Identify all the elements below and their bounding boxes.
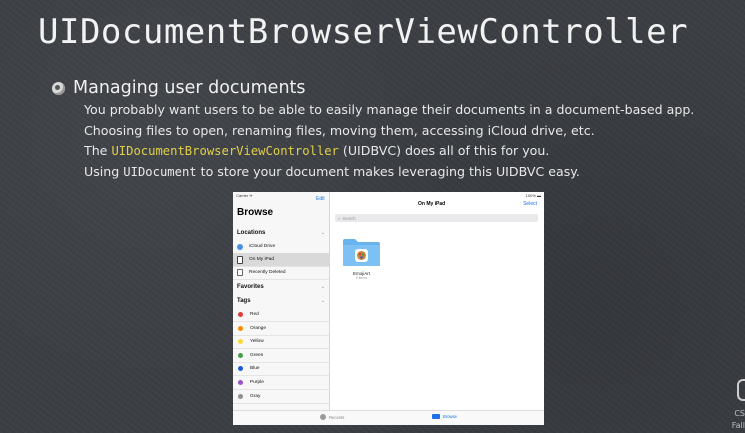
class-name-code: UIDocumentBrowserViewController: [111, 144, 339, 158]
sidebar-item-tag-yellow[interactable]: Yellow: [233, 335, 329, 350]
body-line-2: Choosing files to open, renaming files, …: [84, 122, 595, 138]
tab-browse[interactable]: Browse: [432, 414, 457, 419]
sidebar-item-tag-orange[interactable]: Orange: [233, 322, 329, 336]
chevron-down-icon[interactable]: ⌄: [321, 298, 325, 304]
cloud-icon: [237, 243, 243, 250]
bullet-text: Managing user documents: [73, 78, 306, 98]
sidebar-item-tag-red[interactable]: Red: [233, 308, 329, 322]
ipad-screenshot: Carrier ✈ Edit Browse Locations ⌄ iCloud…: [233, 192, 544, 425]
ipad-icon: [237, 255, 243, 264]
section-locations[interactable]: Locations: [237, 230, 265, 236]
bullet-heading: Managing user documents: [52, 78, 306, 98]
uidocument-code: UIDocument: [123, 164, 197, 179]
section-tags[interactable]: Tags: [237, 298, 251, 304]
logo-mark-icon: [737, 379, 745, 401]
tag-color-dot-icon: [238, 393, 243, 399]
sidebar-item-tag-blue[interactable]: Blue: [233, 362, 329, 377]
corner-term-label: Fall: [731, 421, 745, 430]
sidebar-item-tag-gray[interactable]: Gray: [233, 390, 329, 404]
folder-icon: [432, 414, 440, 419]
bullet-icon: [52, 81, 65, 95]
clock-icon: [320, 414, 326, 420]
sidebar-item-icloud-drive[interactable]: iCloud Drive: [233, 240, 329, 254]
sidebar-item-tag-green[interactable]: Green: [233, 349, 329, 363]
chevron-down-icon[interactable]: ⌄: [321, 284, 325, 290]
tag-color-dot-icon: [238, 339, 243, 345]
emojiart-folder-icon[interactable]: [342, 237, 381, 267]
tab-bar: Recents Browse: [233, 410, 544, 425]
tag-color-dot-icon: [238, 366, 243, 372]
status-battery: 100% ▬: [525, 193, 541, 198]
section-favorites[interactable]: Favorites: [237, 284, 264, 290]
browse-title: Browse: [237, 207, 274, 218]
chevron-down-icon[interactable]: ⌄: [321, 230, 325, 236]
status-carrier: Carrier ✈: [236, 193, 253, 198]
folder-item-count: 0 items: [355, 276, 368, 280]
tag-color-dot-icon: [238, 380, 243, 385]
edit-button[interactable]: Edit: [316, 196, 325, 202]
select-button[interactable]: Select: [523, 201, 537, 207]
browse-sidebar: Carrier ✈ Edit Browse Locations ⌄ iCloud…: [233, 192, 330, 410]
slide-title: UIDocumentBrowserViewController: [38, 12, 689, 52]
body-line-1: You probably want users to be able to ea…: [84, 102, 695, 117]
corner-course-label: CS: [734, 409, 745, 418]
sidebar-item-on-my-ipad[interactable]: On My iPad: [233, 253, 329, 267]
sidebar-item-tag-purple[interactable]: Purple: [233, 376, 329, 390]
main-title: On My iPad: [418, 201, 446, 207]
sidebar-item-recently-deleted[interactable]: Recently Deleted: [233, 266, 329, 280]
tag-color-dot-icon: [238, 352, 243, 358]
trash-icon: [237, 269, 243, 276]
body-text: You probably want users to be able to ea…: [84, 100, 694, 182]
search-field[interactable]: ⌕ Search: [335, 214, 538, 222]
tag-color-dot-icon: [238, 325, 243, 331]
body-line-3: The UIDocumentBrowserViewController (UID…: [84, 143, 550, 158]
tab-recents[interactable]: Recents: [320, 414, 344, 420]
search-icon: ⌕: [338, 215, 341, 221]
tag-color-dot-icon: [238, 312, 243, 317]
body-line-4: Using UIDocument to store your document …: [84, 163, 580, 179]
